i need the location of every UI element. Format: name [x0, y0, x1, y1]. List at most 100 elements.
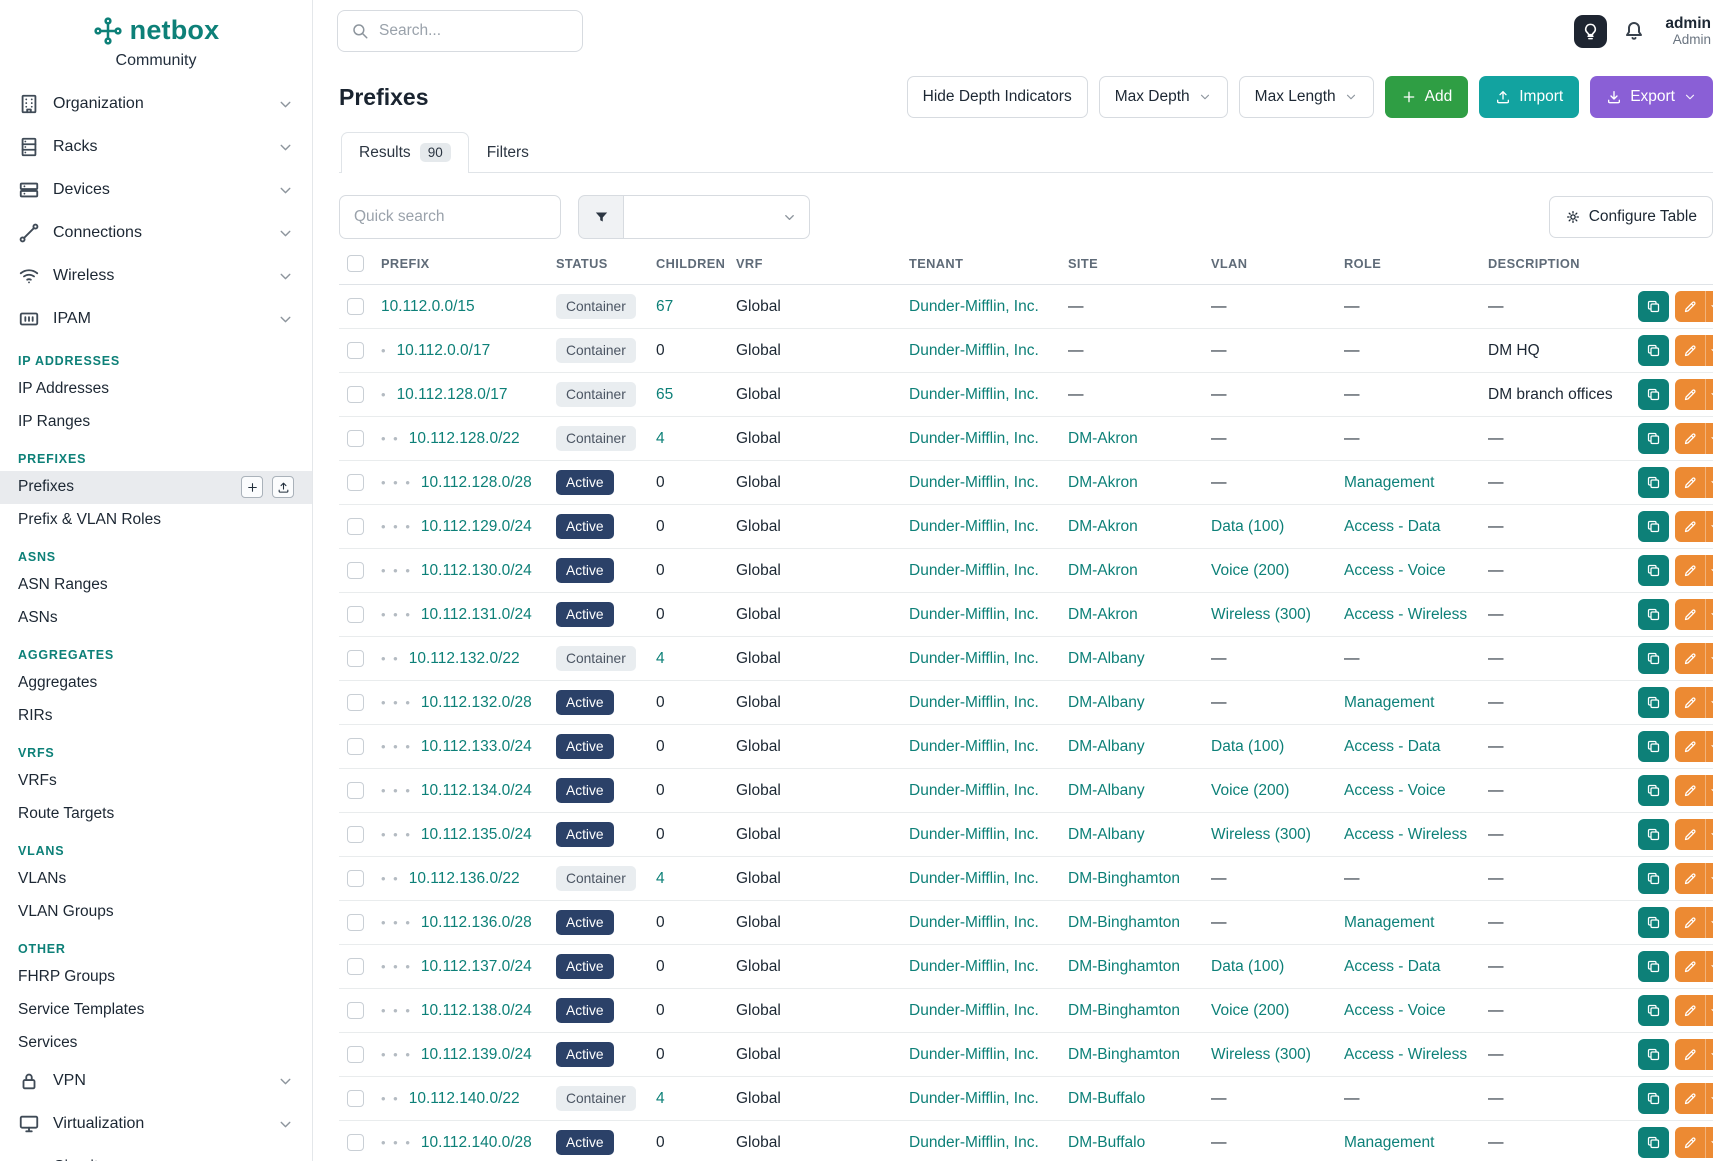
clone-button[interactable] — [1638, 643, 1669, 674]
sidebar-item-route-targets[interactable]: Route Targets — [0, 798, 312, 831]
clone-button[interactable] — [1638, 511, 1669, 542]
edit-dropdown-button[interactable] — [1706, 599, 1713, 630]
row-checkbox[interactable] — [347, 474, 364, 491]
clone-button[interactable] — [1638, 467, 1669, 498]
edit-dropdown-button[interactable] — [1706, 687, 1713, 718]
prefix-link[interactable]: 10.112.137.0/24 — [421, 958, 532, 975]
sidebar-item-prefixes[interactable]: Prefixes — [0, 471, 312, 504]
sidebar-item-devices[interactable]: Devices — [0, 169, 312, 212]
tenant-link[interactable]: Dunder-Mifflin, Inc. — [909, 1134, 1039, 1151]
clone-button[interactable] — [1638, 291, 1669, 322]
sidebar-item-racks[interactable]: Racks — [0, 126, 312, 169]
site-link[interactable]: DM-Albany — [1068, 650, 1145, 667]
site-link[interactable]: DM-Albany — [1068, 782, 1145, 799]
edit-button[interactable] — [1675, 335, 1706, 366]
tenant-link[interactable]: Dunder-Mifflin, Inc. — [909, 1002, 1039, 1019]
clone-button[interactable] — [1638, 863, 1669, 894]
site-link[interactable]: DM-Binghamton — [1068, 914, 1180, 931]
edit-button[interactable] — [1675, 731, 1706, 762]
site-link[interactable]: DM-Akron — [1068, 474, 1138, 491]
prefix-link[interactable]: 10.112.0.0/15 — [381, 298, 475, 315]
prefix-link[interactable]: 10.112.0.0/17 — [397, 342, 491, 359]
column-header-vrf[interactable]: VRF — [736, 255, 909, 285]
export-dropdown[interactable]: Export — [1590, 76, 1713, 118]
tenant-link[interactable]: Dunder-Mifflin, Inc. — [909, 430, 1039, 447]
edit-dropdown-button[interactable] — [1706, 907, 1713, 938]
edit-dropdown-button[interactable] — [1706, 511, 1713, 542]
children-link[interactable]: 65 — [656, 386, 673, 403]
site-link[interactable]: DM-Albany — [1068, 738, 1145, 755]
row-checkbox[interactable] — [347, 826, 364, 843]
site-link[interactable]: DM-Binghamton — [1068, 1046, 1180, 1063]
row-checkbox[interactable] — [347, 650, 364, 667]
edit-dropdown-button[interactable] — [1706, 1039, 1713, 1070]
site-link[interactable]: DM-Akron — [1068, 562, 1138, 579]
role-link[interactable]: Management — [1344, 474, 1434, 491]
clone-button[interactable] — [1638, 599, 1669, 630]
edit-dropdown-button[interactable] — [1706, 423, 1713, 454]
row-checkbox[interactable] — [347, 342, 364, 359]
prefix-link[interactable]: 10.112.133.0/24 — [421, 738, 532, 755]
row-checkbox[interactable] — [347, 782, 364, 799]
edit-dropdown-button[interactable] — [1706, 467, 1713, 498]
edit-button[interactable] — [1675, 1127, 1706, 1158]
tab-filters[interactable]: Filters — [469, 133, 547, 173]
configure-table-button[interactable]: Configure Table — [1549, 196, 1713, 238]
row-checkbox[interactable] — [347, 518, 364, 535]
role-link[interactable]: Management — [1344, 1134, 1434, 1151]
edit-dropdown-button[interactable] — [1706, 819, 1713, 850]
clone-button[interactable] — [1638, 907, 1669, 938]
children-link[interactable]: 4 — [656, 650, 665, 667]
clone-button[interactable] — [1638, 775, 1669, 806]
sidebar-item-fhrp-groups[interactable]: FHRP Groups — [0, 961, 312, 994]
import-button[interactable]: Import — [1479, 76, 1579, 118]
row-checkbox[interactable] — [347, 562, 364, 579]
children-link[interactable]: 67 — [656, 298, 673, 315]
sidebar-item-service-templates[interactable]: Service Templates — [0, 994, 312, 1027]
sidebar-item-organization[interactable]: Organization — [0, 83, 312, 126]
tenant-link[interactable]: Dunder-Mifflin, Inc. — [909, 606, 1039, 623]
site-link[interactable]: DM-Buffalo — [1068, 1090, 1145, 1107]
clone-button[interactable] — [1638, 951, 1669, 982]
row-checkbox[interactable] — [347, 1090, 364, 1107]
row-checkbox[interactable] — [347, 1002, 364, 1019]
clone-button[interactable] — [1638, 995, 1669, 1026]
sidebar-item-services[interactable]: Services — [0, 1027, 312, 1060]
global-search-input[interactable] — [379, 22, 569, 40]
column-header-status[interactable]: STATUS — [556, 255, 656, 285]
max-length-dropdown[interactable]: Max Length — [1239, 76, 1374, 118]
theme-toggle-button[interactable] — [1574, 15, 1607, 48]
tenant-link[interactable]: Dunder-Mifflin, Inc. — [909, 386, 1039, 403]
tenant-link[interactable]: Dunder-Mifflin, Inc. — [909, 826, 1039, 843]
row-checkbox[interactable] — [347, 430, 364, 447]
sidebar-item-wireless[interactable]: Wireless — [0, 255, 312, 298]
row-checkbox[interactable] — [347, 1046, 364, 1063]
vlan-link[interactable]: Voice (200) — [1211, 562, 1289, 579]
tenant-link[interactable]: Dunder-Mifflin, Inc. — [909, 738, 1039, 755]
prefix-link[interactable]: 10.112.132.0/28 — [421, 694, 532, 711]
edit-dropdown-button[interactable] — [1706, 775, 1713, 806]
edit-button[interactable] — [1675, 775, 1706, 806]
edit-button[interactable] — [1675, 379, 1706, 410]
tenant-link[interactable]: Dunder-Mifflin, Inc. — [909, 474, 1039, 491]
site-link[interactable]: DM-Binghamton — [1068, 958, 1180, 975]
edit-dropdown-button[interactable] — [1706, 995, 1713, 1026]
row-checkbox[interactable] — [347, 694, 364, 711]
vlan-link[interactable]: Voice (200) — [1211, 1002, 1289, 1019]
edit-button[interactable] — [1675, 555, 1706, 586]
quick-search-input[interactable] — [339, 195, 561, 239]
role-link[interactable]: Access - Wireless — [1344, 1046, 1467, 1063]
role-link[interactable]: Access - Data — [1344, 738, 1440, 755]
vlan-link[interactable]: Data (100) — [1211, 518, 1284, 535]
edit-dropdown-button[interactable] — [1706, 1127, 1713, 1158]
column-header-site[interactable]: SITE — [1068, 255, 1211, 285]
quick-add-button[interactable] — [241, 476, 263, 498]
prefix-link[interactable]: 10.112.130.0/24 — [421, 562, 532, 579]
edit-dropdown-button[interactable] — [1706, 643, 1713, 674]
edit-dropdown-button[interactable] — [1706, 379, 1713, 410]
max-depth-dropdown[interactable]: Max Depth — [1099, 76, 1228, 118]
sidebar-item-ip-addresses[interactable]: IP Addresses — [0, 373, 312, 406]
sidebar-item-vlans[interactable]: VLANs — [0, 863, 312, 896]
column-header-role[interactable]: ROLE — [1344, 255, 1488, 285]
prefix-link[interactable]: 10.112.140.0/28 — [421, 1134, 532, 1151]
